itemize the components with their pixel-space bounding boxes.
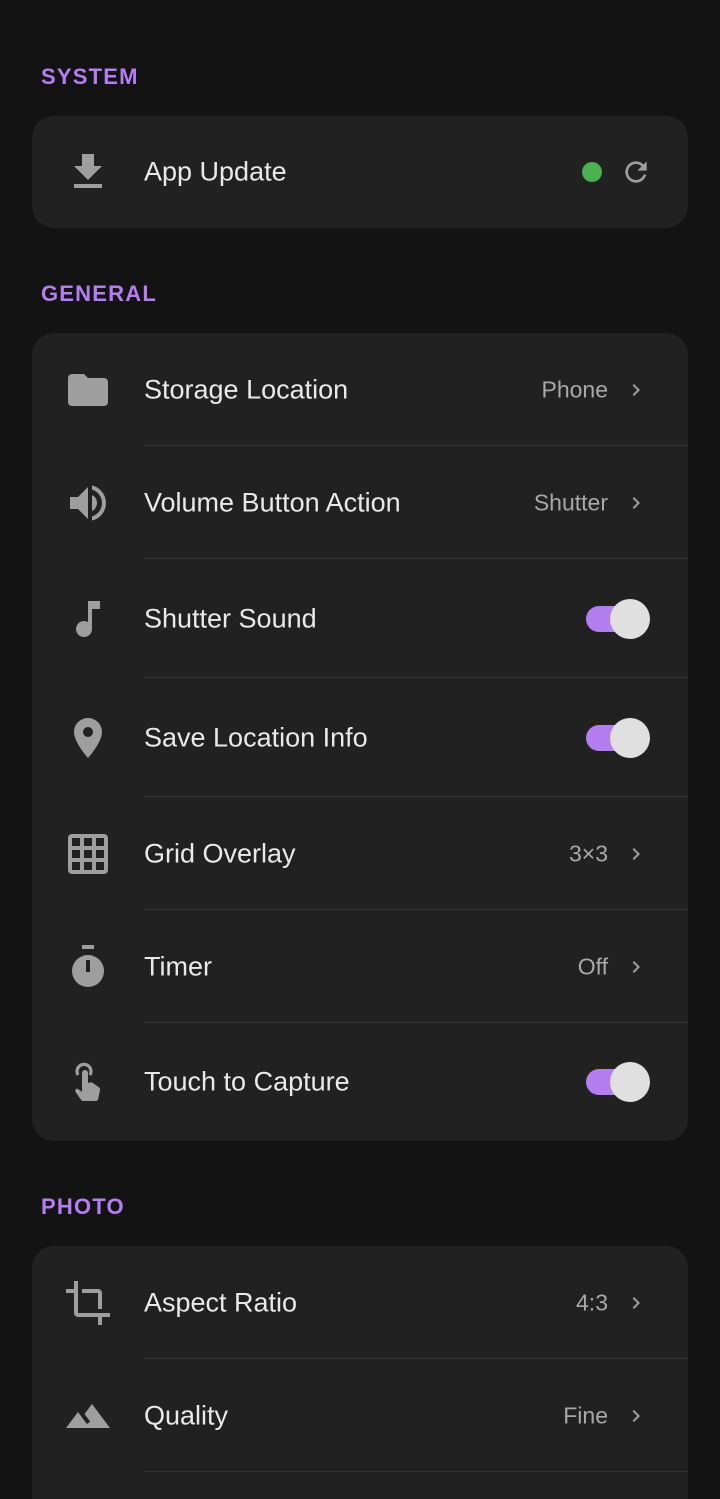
timer-icon <box>64 943 112 991</box>
folder-icon <box>64 366 112 414</box>
section-title-general: GENERAL <box>41 281 157 306</box>
system-card: App Update <box>32 116 688 228</box>
grid-overlay-value: 3×3 <box>568 840 608 866</box>
chevron-right-icon <box>624 378 648 402</box>
storage-location-label: Storage Location <box>144 374 349 404</box>
landscape-icon <box>64 1392 112 1440</box>
timer-label: Timer <box>144 951 212 981</box>
storage-location-row[interactable]: Storage Location Phone <box>32 333 688 446</box>
chevron-right-icon <box>624 955 648 979</box>
chevron-right-icon <box>624 491 648 515</box>
shutter-sound-toggle[interactable] <box>584 598 650 639</box>
chevron-right-icon <box>624 842 648 866</box>
touch-to-capture-toggle[interactable] <box>584 1062 650 1102</box>
save-location-info-toggle[interactable] <box>584 717 650 758</box>
toggle-knob <box>610 598 650 639</box>
save-location-info-label: Save Location Info <box>144 722 368 752</box>
status-dot-icon <box>582 162 602 182</box>
grid-overlay-label: Grid Overlay <box>144 838 296 868</box>
grid-icon <box>64 830 112 878</box>
touch-to-capture-row[interactable]: Touch to Capture <box>32 1023 688 1141</box>
divider <box>144 1471 688 1472</box>
toggle-knob <box>610 1062 650 1102</box>
volume-icon <box>64 479 112 527</box>
app-update-label: App Update <box>144 156 287 187</box>
quality-row[interactable]: Quality Fine <box>32 1359 688 1472</box>
download-icon <box>64 148 112 196</box>
touch-icon <box>64 1058 112 1106</box>
quality-value: Fine <box>563 1402 608 1428</box>
aspect-ratio-label: Aspect Ratio <box>144 1287 298 1317</box>
app-update-row[interactable]: App Update <box>32 116 688 228</box>
volume-button-action-value: Shutter <box>533 489 608 515</box>
photo-card: Aspect Ratio 4:3 Quality Fine <box>32 1246 688 1499</box>
settings-page: SYSTEM App Update GENERAL Storage Locati… <box>0 0 720 1499</box>
refresh-icon[interactable] <box>620 156 652 188</box>
aspect-ratio-value: 4:3 <box>576 1289 608 1315</box>
touch-to-capture-label: Touch to Capture <box>144 1066 350 1097</box>
storage-location-value: Phone <box>541 376 608 402</box>
volume-button-action-row[interactable]: Volume Button Action Shutter <box>32 446 688 559</box>
grid-overlay-row[interactable]: Grid Overlay 3×3 <box>32 797 688 910</box>
aspect-ratio-row[interactable]: Aspect Ratio 4:3 <box>32 1246 688 1359</box>
save-location-info-row[interactable]: Save Location Info <box>32 678 688 797</box>
shutter-sound-label: Shutter Sound <box>144 603 317 633</box>
location-pin-icon <box>64 714 112 762</box>
shutter-sound-row[interactable]: Shutter Sound <box>32 559 688 678</box>
chevron-right-icon <box>624 1291 648 1315</box>
quality-label: Quality <box>144 1400 229 1430</box>
chevron-right-icon <box>624 1404 648 1428</box>
toggle-knob <box>610 717 650 758</box>
volume-button-action-label: Volume Button Action <box>144 487 401 517</box>
general-card: Storage Location Phone Volume Button Act… <box>32 333 688 1141</box>
section-title-system: SYSTEM <box>41 64 139 89</box>
section-title-photo: PHOTO <box>41 1194 125 1219</box>
music-note-icon <box>64 595 112 643</box>
timer-value: Off <box>577 953 608 979</box>
crop-icon <box>64 1279 112 1327</box>
timer-row[interactable]: Timer Off <box>32 910 688 1023</box>
